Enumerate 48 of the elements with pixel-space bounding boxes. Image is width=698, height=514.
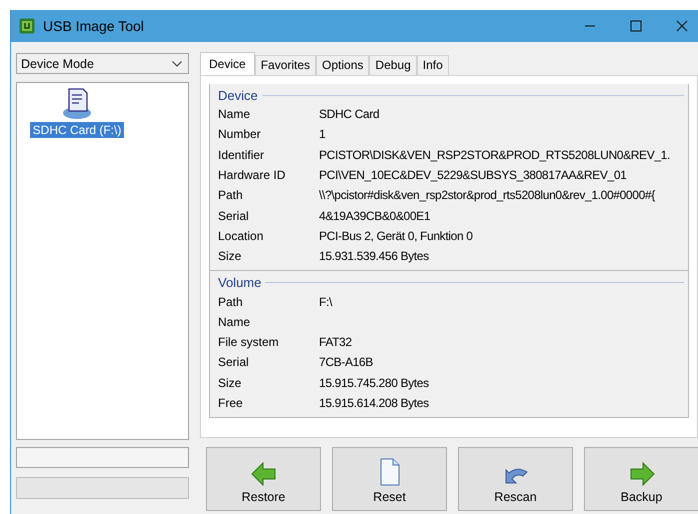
tab[interactable]: Debug xyxy=(369,55,417,75)
field-value: FAT32 xyxy=(319,335,352,350)
group-title: Device xyxy=(218,88,258,102)
document-icon xyxy=(380,458,400,486)
tab[interactable]: Info xyxy=(416,55,449,75)
tab[interactable]: Favorites xyxy=(254,55,316,75)
field-value: \\?\pcistor#disk&ven_rsp2stor&prod_rts5208lun0&rev_1.00#0000#{ xyxy=(319,188,655,202)
device-item[interactable]: SDHC Card (F:\) xyxy=(30,122,124,138)
restore-button[interactable]: Restore xyxy=(206,447,321,511)
field-value: PCI-Bus 2, Gerät 0, Funktion 0 xyxy=(319,228,473,243)
rescan-button[interactable]: Rescan xyxy=(458,447,573,511)
field-value: F:\ xyxy=(319,294,332,309)
field-label: Location xyxy=(218,228,264,243)
field-value: 15.915.745.280 Bytes xyxy=(319,376,429,390)
tab[interactable]: Device xyxy=(200,52,255,75)
field-label: Name xyxy=(218,107,252,122)
field-value: PCI\VEN_10EC&DEV_5229&SUBSYS_380817AA&REV_01 xyxy=(319,168,626,182)
field-label: Size xyxy=(218,376,242,390)
maximize-icon[interactable] xyxy=(630,20,642,32)
field-value: 15.931.539.456 Bytes xyxy=(319,249,429,264)
field-label: Path xyxy=(218,294,244,309)
field-label: Identifier xyxy=(218,148,266,162)
group-title: Volume xyxy=(218,274,262,290)
window-title: USB Image Tool xyxy=(43,18,144,34)
field-value: SDHC Card xyxy=(319,107,380,122)
field-label: Free xyxy=(218,396,244,410)
close-icon[interactable] xyxy=(676,20,688,32)
field-label: Size xyxy=(218,249,242,264)
field-label: Serial xyxy=(218,208,250,223)
tab[interactable]: Options xyxy=(316,55,370,75)
app-icon xyxy=(19,18,35,34)
field-label: Hardware ID xyxy=(218,168,286,182)
field-value: 4&19A39CB&0&00E1 xyxy=(319,208,430,223)
field-label: Path xyxy=(218,188,244,202)
field-value: 7CB-A16B xyxy=(319,355,373,370)
reset-button[interactable]: Reset xyxy=(332,447,447,511)
field-value: 1 xyxy=(319,127,326,142)
field-label: File system xyxy=(218,335,280,350)
field-value: 15.915.614.208 Bytes xyxy=(319,396,429,410)
field-value: PCISTOR\DISK&VEN_RSP2STOR&PROD_RTS5208LUN0&REV_1. xyxy=(319,148,670,162)
backup-button[interactable]: Backup xyxy=(584,447,698,511)
right-arrow-icon xyxy=(628,462,654,486)
chevron-icon xyxy=(172,60,182,66)
left-arrow-icon xyxy=(250,462,276,486)
field-label: Name xyxy=(218,314,252,329)
field-label: Number xyxy=(218,127,262,142)
mode-dropdown[interactable]: Device Mode xyxy=(16,53,189,74)
field-label: Serial xyxy=(218,355,250,370)
